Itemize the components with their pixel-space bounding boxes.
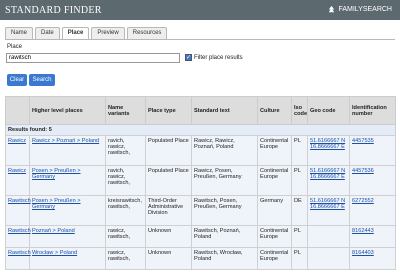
col-header-id: Identification number [349, 96, 396, 125]
place-input[interactable] [6, 53, 180, 63]
brand: FAMILYSEARCH [327, 5, 392, 14]
higher-place-link[interactable]: Wrocław > Poland [32, 250, 77, 256]
results-count-row: Results found: 5 [5, 124, 396, 136]
col-header-culture: Culture [257, 96, 292, 125]
app-title: STANDARD FINDER [5, 5, 102, 16]
place-type: Third-Order Administrative Division [145, 195, 192, 226]
place-link[interactable]: Rawitsch [8, 250, 31, 256]
standard-text: Rawicz, Posen, Preußen, Germany [191, 165, 258, 196]
culture: Continental Europe [257, 225, 292, 248]
table-row: Rawicz Rawicz > Poznań > Poland ravich, … [5, 135, 396, 166]
clear-button[interactable]: Clear [7, 74, 27, 86]
place-link[interactable]: Rawicz [8, 168, 26, 174]
place-link[interactable]: Rawicz [8, 138, 26, 144]
standard-text: Rawicz, Rawicz, Poznań, Poland [191, 135, 258, 166]
results-count: Results found: 5 [5, 124, 396, 136]
id-link[interactable]: 8162443 [352, 228, 374, 234]
col-header [5, 96, 30, 125]
culture: Continental Europe [257, 247, 292, 270]
higher-place-link[interactable]: Posen > Preußen > Germany [32, 168, 81, 180]
name-variants: ravich, rawicz, rawitsch, [105, 165, 146, 196]
iso-code: PL [291, 165, 308, 196]
standard-text: Rawitsch, Posen, Preußen, Germany [191, 195, 258, 226]
table-row: Rawitsch Wrocław > Poland rawicz, rawits… [5, 247, 396, 270]
col-header-standard: Standard text [191, 96, 258, 125]
brand-label: FAMILYSEARCH [338, 6, 392, 13]
filter-checkbox[interactable]: ✓ [185, 54, 192, 61]
table-row: Rawitsch Posen > Preußen > Germany kreis… [5, 195, 396, 226]
col-header-geo: Geo code [307, 96, 350, 125]
id-link[interactable]: 4457535 [352, 138, 374, 144]
results-table: Higher level places Name variants Place … [5, 96, 396, 270]
geo-code [307, 225, 350, 248]
iso-code: PL [291, 225, 308, 248]
geo-code-link[interactable]: 51.6166667 N 16.8666667 E [310, 168, 345, 180]
tree-icon [329, 5, 335, 13]
tab-resources[interactable]: Resources [126, 27, 168, 39]
id-link[interactable]: 6272552 [352, 198, 374, 204]
culture: Continental Europe [257, 135, 292, 166]
higher-place-link[interactable]: Poznań > Poland [32, 228, 75, 234]
col-header-type: Place type [145, 96, 192, 125]
place-type: Populated Place [145, 135, 192, 166]
col-header-variants: Name variants [105, 96, 146, 125]
iso-code: DE [291, 195, 308, 226]
tab-preview[interactable]: Preview [91, 27, 125, 39]
iso-code: PL [291, 247, 308, 270]
col-header-higher: Higher level places [29, 96, 106, 125]
place-link[interactable]: Rawitsch [8, 228, 31, 234]
name-variants: ravich, rawicz, rawitsch, [105, 135, 146, 166]
iso-code: PL [291, 135, 308, 166]
table-row: Rawicz Posen > Preußen > Germany ravich,… [5, 165, 396, 196]
higher-place-link[interactable]: Posen > Preußen > Germany [32, 198, 81, 210]
standard-text: Rawitsch, Wrocław, Poland [191, 247, 258, 270]
title-bar: STANDARD FINDER FAMILYSEARCH [0, 0, 400, 20]
place-type: Unknown [145, 225, 192, 248]
filter-option[interactable]: ✓ Filter place results [185, 54, 243, 61]
filter-label: Filter place results [194, 54, 243, 61]
place-type: Unknown [145, 247, 192, 270]
higher-place-link[interactable]: Rawicz > Poznań > Poland [32, 138, 99, 144]
tab-divider [5, 39, 395, 40]
name-variants: rawicz, rawitsch, [105, 225, 146, 248]
standard-text: Rawitsch, Poznań, Poland [191, 225, 258, 248]
tab-name[interactable]: Name [5, 27, 34, 39]
place-label: Place [7, 44, 23, 50]
place-type: Populated Place [145, 165, 192, 196]
place-link[interactable]: Rawitsch [8, 198, 31, 204]
culture: Continental Europe [257, 165, 292, 196]
search-button[interactable]: Search [29, 74, 55, 86]
name-variants: kreisrawitsch, rawitsch, [105, 195, 146, 226]
geo-code [307, 247, 350, 270]
culture: Germany [257, 195, 292, 226]
id-link[interactable]: 4457536 [352, 168, 374, 174]
col-header-iso: Iso code [291, 96, 308, 125]
tab-date[interactable]: Date [35, 27, 60, 39]
geo-code-link[interactable]: 51.6166667 N 16.8666667 E [310, 138, 345, 150]
name-variants: rawicz, rawitsch, [105, 247, 146, 270]
id-link[interactable]: 8164403 [352, 250, 374, 256]
header-row: Higher level places Name variants Place … [5, 96, 396, 125]
geo-code-link[interactable]: 51.6166667 N 16.8666667 E [310, 198, 345, 210]
table-row: Rawitsch Poznań > Poland rawicz, rawitsc… [5, 225, 396, 248]
